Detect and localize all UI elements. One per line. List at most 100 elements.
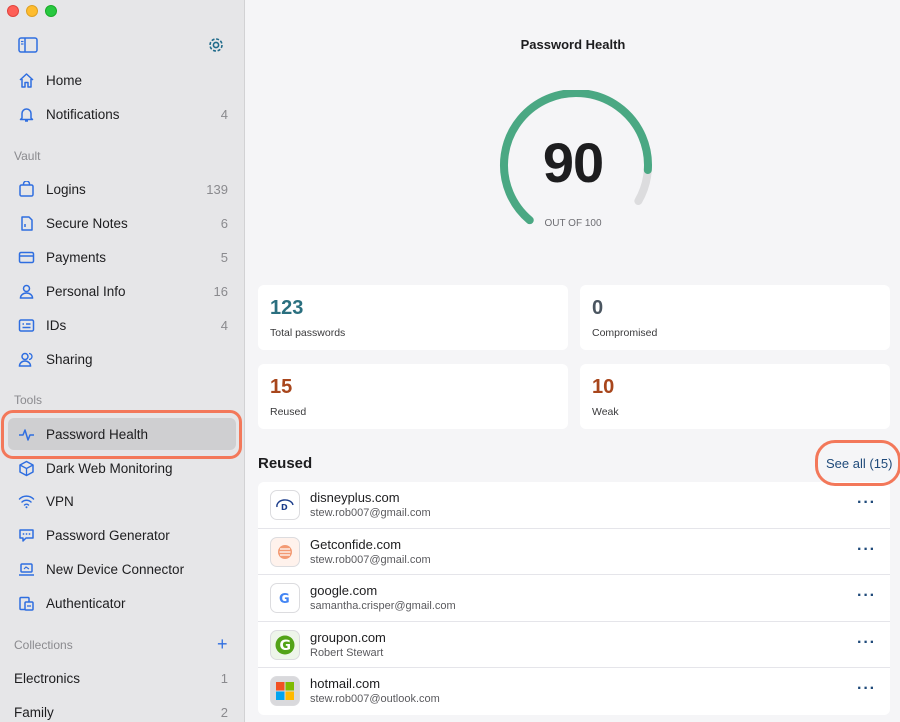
item-count: 2 [220, 704, 228, 720]
site-username: stew.rob007@gmail.com [310, 553, 431, 566]
sidebar-item-label: Family [14, 704, 54, 720]
main-content: Password Health 90 OUT OF 100 123 Total … [246, 0, 900, 722]
site-username: samantha.crisper@gmail.com [310, 600, 456, 612]
note-icon [16, 213, 36, 233]
confide-icon [270, 536, 300, 567]
svg-text:D: D [281, 503, 288, 512]
notification-count: 4 [220, 106, 228, 122]
sidebar-item-label: New Device Connector [46, 561, 185, 577]
list-item[interactable]: D disneyplus.com stew.rob007@gmail.com ·… [258, 482, 890, 529]
wifi-icon [16, 491, 36, 511]
stat-value: 0 [592, 297, 604, 319]
zoom-window-button[interactable] [45, 5, 57, 17]
site-name: Getconfide.com [310, 536, 402, 552]
card-icon [16, 247, 36, 267]
sidebar-item-payments[interactable]: Payments 5 [8, 241, 236, 273]
site-name: disneyplus.com [310, 490, 400, 505]
hotmail-icon [270, 676, 300, 706]
item-count: 1 [220, 670, 228, 686]
sidebar-item-label: Password Generator [46, 527, 170, 543]
item-count: 5 [220, 249, 228, 265]
site-username: Robert Stewart [310, 646, 384, 659]
sidebar-item-label: Password Health [46, 426, 149, 442]
disney-icon: D [270, 490, 300, 520]
sidebar-item-logins[interactable]: Logins 139 [8, 173, 236, 205]
sidebar-item-label: Electronics [14, 670, 81, 686]
sidebar-item-label: Notifications [46, 106, 120, 122]
generator-icon [16, 525, 36, 545]
stat-card-compromised[interactable]: 0 Compromised [580, 285, 890, 350]
svg-text:G: G [279, 592, 290, 606]
sidebar-item-vpn[interactable]: VPN [8, 485, 236, 517]
sidebar-item-label: Sharing [46, 351, 93, 367]
list-item[interactable]: G google.com samantha.crisper@gmail.com … [258, 575, 890, 622]
close-window-button[interactable] [7, 5, 19, 17]
sidebar-item-label: Dark Web Monitoring [46, 460, 173, 476]
list-item[interactable]: hotmail.com stew.rob007@outlook.com ··· [258, 668, 890, 715]
stat-label: Total passwords [270, 327, 346, 339]
item-count: 4 [220, 317, 228, 333]
settings-gear-icon[interactable] [205, 35, 227, 55]
health-score-caption: OUT OF 100 [544, 218, 602, 229]
more-options-button[interactable]: ··· [857, 634, 876, 652]
person-icon [16, 281, 36, 301]
sidebar-item-dark-web-monitoring[interactable]: Dark Web Monitoring [8, 452, 236, 484]
sidebar-item-sharing[interactable]: Sharing [8, 343, 236, 375]
sidebar-item-label: VPN [46, 493, 74, 509]
stat-value: 10 [592, 376, 615, 398]
globe-icon [16, 458, 36, 478]
stat-value: 15 [270, 376, 293, 398]
laptop-icon [16, 559, 36, 579]
stat-label: Reused [270, 406, 307, 418]
more-options-button[interactable]: ··· [857, 494, 876, 512]
item-count: 139 [206, 181, 228, 197]
sidebar-item-collection-family[interactable]: Family 2 [8, 696, 236, 722]
sidebar-item-label: Payments [46, 249, 107, 265]
sidebar-item-notifications[interactable]: Notifications 4 [8, 98, 236, 130]
minimize-window-button[interactable] [26, 5, 38, 17]
bell-icon [16, 104, 36, 124]
more-options-button[interactable]: ··· [857, 680, 876, 698]
section-header-tools: Tools [14, 393, 43, 407]
sidebar-item-label: IDs [46, 317, 67, 333]
sidebar-item-password-health[interactable]: Password Health [8, 418, 236, 450]
login-icon [16, 179, 36, 199]
sidebar-item-personal-info[interactable]: Personal Info 16 [8, 275, 236, 307]
stat-card-weak[interactable]: 10 Weak [580, 364, 890, 429]
sharing-icon [16, 349, 36, 369]
stat-card-total[interactable]: 123 Total passwords [258, 285, 568, 350]
section-header-collections: Collections [14, 638, 73, 652]
sidebar-item-collection-electronics[interactable]: Electronics 1 [8, 662, 236, 694]
sidebar-item-password-generator[interactable]: Password Generator [8, 519, 236, 551]
more-options-button[interactable]: ··· [857, 541, 876, 559]
see-all-link[interactable]: See all (15) [826, 456, 892, 471]
add-collection-button[interactable]: + [217, 635, 228, 653]
site-name: google.com [310, 583, 378, 598]
site-username: stew.rob007@gmail.com [310, 507, 431, 519]
site-username: stew.rob007@outlook.com [310, 693, 440, 705]
groupon-icon: G [270, 629, 300, 660]
window-controls [7, 5, 57, 17]
list-item[interactable]: G groupon.com Robert Stewart ··· [258, 622, 890, 668]
sidebar-item-label: Home [46, 72, 83, 88]
reused-password-list: D disneyplus.com stew.rob007@gmail.com ·… [258, 482, 890, 715]
sidebar-item-ids[interactable]: IDs 4 [8, 309, 236, 341]
site-name: hotmail.com [310, 676, 381, 691]
sidebar-item-secure-notes[interactable]: Secure Notes 6 [8, 207, 236, 239]
sidebar-item-label: Authenticator [46, 595, 126, 611]
id-icon [16, 315, 36, 335]
sidebar-item-home[interactable]: Home [8, 64, 236, 96]
sidebar-item-label: Secure Notes [46, 215, 128, 231]
stat-label: Weak [592, 406, 619, 418]
home-icon [16, 70, 36, 90]
sidebar-toggle-icon[interactable] [17, 35, 39, 55]
reused-section-title: Reused [258, 455, 313, 472]
more-options-button[interactable]: ··· [857, 587, 876, 605]
stat-card-reused[interactable]: 15 Reused [258, 364, 568, 429]
sidebar-item-authenticator[interactable]: Authenticator [8, 587, 236, 619]
stat-value: 123 [270, 297, 304, 319]
sidebar: Home Notifications 4 Vault Logins 139 Se… [0, 0, 245, 722]
sidebar-item-new-device-connector[interactable]: New Device Connector [8, 553, 236, 585]
authenticator-icon [16, 593, 36, 613]
list-item[interactable]: Getconfide.com stew.rob007@gmail.com ··· [258, 529, 890, 575]
